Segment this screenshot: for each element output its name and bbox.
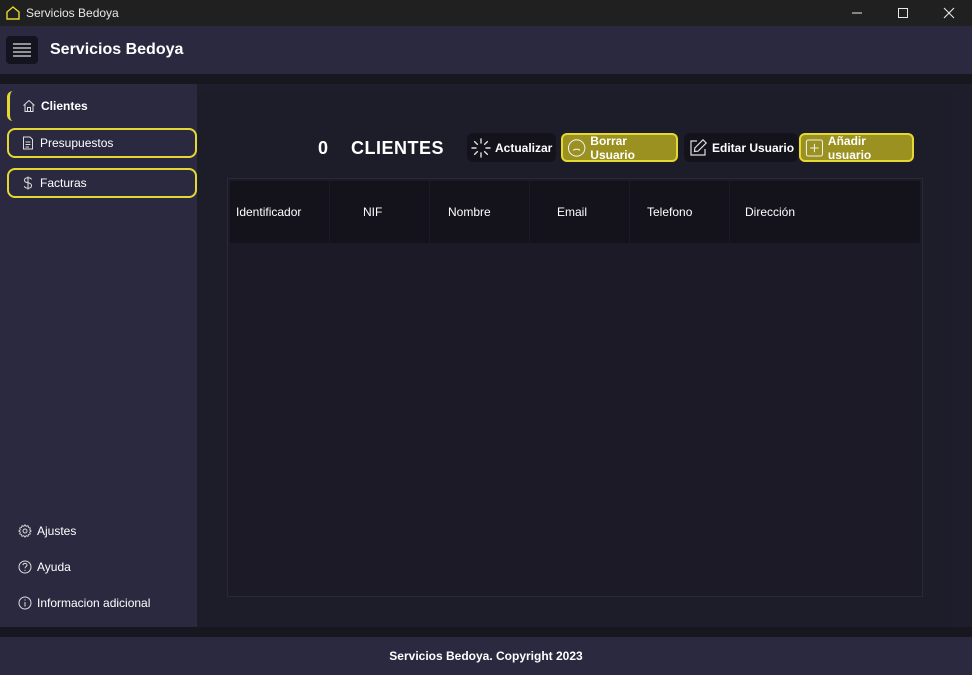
sidebar-item-facturas[interactable]: Facturas — [7, 168, 197, 198]
maximize-button[interactable] — [880, 0, 926, 26]
table-header: Identificador NIF Nombre Email Telefono … — [230, 181, 920, 243]
edit-user-label: Editar Usuario — [712, 140, 795, 155]
sidebar-item-ayuda[interactable]: Ayuda — [18, 557, 71, 577]
sidebar-item-label: Ajustes — [37, 524, 77, 538]
edit-user-button[interactable]: Editar Usuario — [684, 133, 799, 162]
sidebar-item-label: Facturas — [40, 176, 87, 190]
app-header: Servicios Bedoya — [0, 26, 972, 74]
info-icon — [18, 596, 32, 610]
client-count: 0 — [318, 138, 329, 158]
plus-square-icon — [805, 138, 824, 157]
divider — [0, 74, 972, 84]
sidebar: Clientes Presupuestos Facturas Ajustes A… — [0, 84, 197, 627]
minimize-button[interactable] — [834, 0, 880, 26]
clients-table[interactable]: Identificador NIF Nombre Email Telefono … — [227, 178, 923, 597]
add-user-button[interactable]: Añadir usuario — [799, 133, 914, 162]
delete-user-button[interactable]: Borrar Usuario — [561, 133, 678, 162]
page-title: CLIENTES — [351, 138, 445, 158]
column-header-identificador[interactable]: Identificador — [230, 181, 330, 243]
sidebar-item-presupuestos[interactable]: Presupuestos — [7, 128, 197, 158]
sidebar-item-informacion[interactable]: Informacion adicional — [18, 593, 150, 613]
hamburger-icon — [13, 43, 31, 57]
menu-toggle-button[interactable] — [6, 36, 38, 64]
footer-text: Servicios Bedoya. Copyright 2023 — [389, 649, 583, 663]
sidebar-item-ajustes[interactable]: Ajustes — [18, 521, 76, 541]
column-header-direccion[interactable]: Dirección — [730, 181, 920, 243]
dollar-icon — [21, 176, 35, 190]
sidebar-item-label: Informacion adicional — [37, 596, 151, 610]
window-titlebar: Servicios Bedoya — [0, 0, 972, 26]
sidebar-item-label: Presupuestos — [40, 136, 114, 150]
help-icon — [18, 560, 32, 574]
add-user-label: Añadir usuario — [827, 133, 872, 162]
app-title: Servicios Bedoya — [50, 41, 184, 58]
footer: Servicios Bedoya. Copyright 2023 — [0, 637, 972, 675]
loading-spinner-icon — [471, 137, 491, 158]
column-header-nif[interactable]: NIF — [330, 181, 430, 243]
close-icon — [943, 7, 955, 19]
column-header-nombre[interactable]: Nombre — [430, 181, 530, 243]
sidebar-item-clientes[interactable]: Clientes — [7, 91, 197, 121]
sidebar-item-label: Ayuda — [37, 560, 71, 574]
house-icon — [5, 5, 21, 21]
edit-icon — [690, 138, 708, 156]
sad-face-icon — [567, 138, 586, 157]
window-title: Servicios Bedoya — [26, 6, 119, 20]
column-header-telefono[interactable]: Telefono — [630, 181, 730, 243]
home-icon — [22, 99, 36, 113]
document-icon — [21, 136, 35, 150]
column-header-email[interactable]: Email — [530, 181, 630, 243]
maximize-icon — [898, 8, 908, 18]
divider — [0, 627, 972, 637]
refresh-label: Actualizar — [495, 140, 553, 155]
delete-user-label: Borrar Usuario — [590, 133, 635, 162]
refresh-button[interactable]: Actualizar — [467, 133, 557, 162]
sidebar-item-label: Clientes — [41, 99, 88, 113]
gear-icon — [18, 524, 32, 538]
minimize-icon — [852, 12, 862, 14]
close-button[interactable] — [926, 0, 972, 26]
